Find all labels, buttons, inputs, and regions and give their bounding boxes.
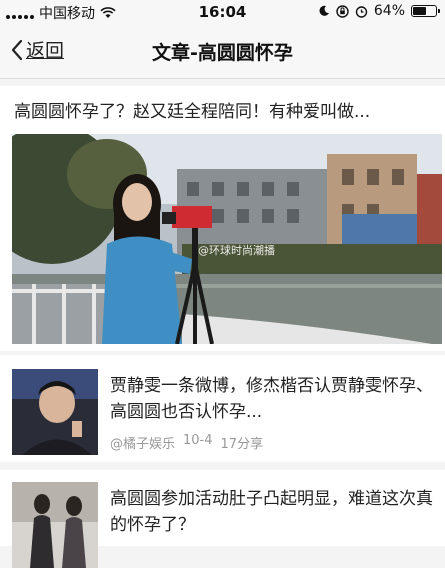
battery-percent: 64% xyxy=(373,3,405,19)
article-item-1[interactable]: 贾静雯一条微博，修杰楷否认贾静雯怀孕、高圆圆也否认怀孕... @橘子娱乐 10-… xyxy=(0,355,445,462)
featured-headline: 高圆圆怀孕了？赵又廷全程陪同！有种爱叫做... xyxy=(14,102,371,122)
article-meta: @橘子娱乐 10-4 17分享 xyxy=(110,433,263,452)
article-thumbnail xyxy=(12,482,98,568)
photo-watermark: @环球时尚潮播 xyxy=(198,243,275,257)
battery-icon xyxy=(411,5,440,17)
article-thumbnail xyxy=(12,369,98,455)
featured-article[interactable]: 高圆圆怀孕了？赵又廷全程陪同！有种爱叫做... @环球时尚潮播 xyxy=(0,86,445,351)
article-date: 10-4 xyxy=(183,433,213,448)
status-right: 64% xyxy=(318,3,440,19)
article-item-2[interactable]: 高圆圆参加活动肚子凸起明显，难道这次真的怀孕了？ xyxy=(0,470,445,568)
orientation-lock-icon xyxy=(336,4,349,18)
article-source: @橘子娱乐 xyxy=(110,437,176,452)
article-shares: 17分享 xyxy=(220,437,264,452)
article-title: 高圆圆参加活动肚子凸起明显，难道这次真的怀孕了？ xyxy=(110,489,433,535)
article-title: 贾静雯一条微博，修杰楷否认贾静雯怀孕、高圆圆也否认怀孕... xyxy=(110,376,433,422)
battery-fill xyxy=(413,7,426,15)
page-title: 文章-高圆圆怀孕 xyxy=(152,42,293,64)
featured-photo[interactable]: @环球时尚潮播 xyxy=(12,134,442,344)
moon-icon xyxy=(319,5,329,16)
alarm-icon xyxy=(355,5,368,18)
navigation-bar: 返回 文章-高圆圆怀孕 xyxy=(0,24,445,79)
status-bar: 中国移动 16:04 64% xyxy=(0,0,445,24)
